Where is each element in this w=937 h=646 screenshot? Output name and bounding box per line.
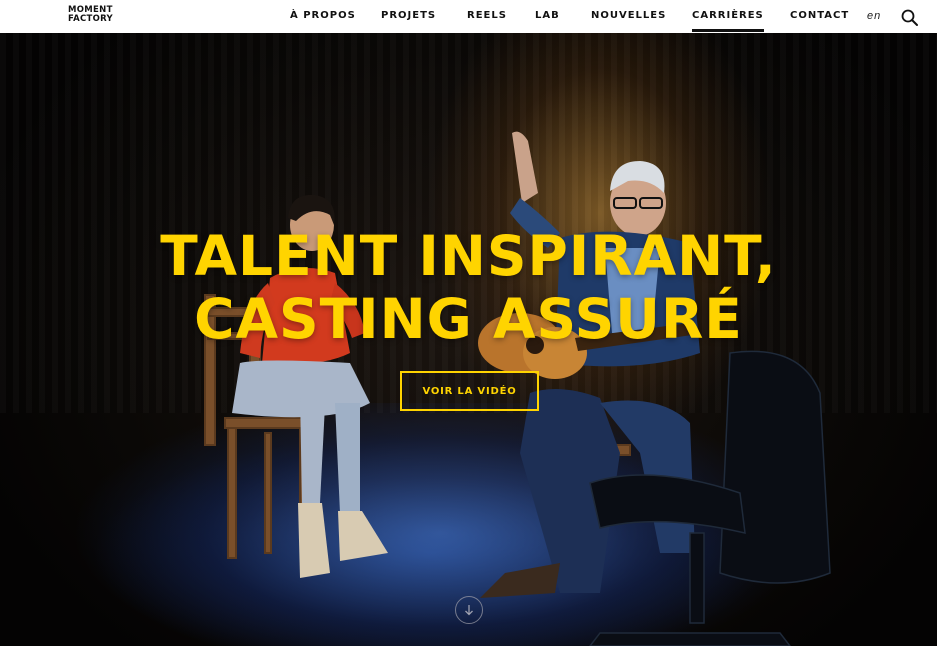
nav-item-projets[interactable]: PROJETS xyxy=(381,10,436,21)
nav-item-contact[interactable]: CONTACT xyxy=(790,10,849,21)
site-header: MOMENT FACTORY À PROPOS PROJETS REELS LA… xyxy=(0,0,937,33)
scroll-down-button[interactable] xyxy=(455,596,483,624)
nav-item-reels[interactable]: REELS xyxy=(467,10,507,21)
nav-item-nouvelles[interactable]: NOUVELLES xyxy=(591,10,666,21)
main-nav: À PROPOS PROJETS REELS LAB NOUVELLES CAR… xyxy=(0,0,937,33)
search-icon[interactable] xyxy=(900,8,920,28)
hero-headline-line2: CASTING ASSURÉ xyxy=(194,287,743,351)
arrow-down-circle-icon xyxy=(465,605,473,616)
watch-video-button[interactable]: VOIR LA VIDÉO xyxy=(400,371,539,411)
office-chair xyxy=(589,350,831,646)
language-switch[interactable]: en xyxy=(867,10,881,22)
performer-man xyxy=(478,131,700,598)
nav-item-lab[interactable]: LAB xyxy=(535,10,560,21)
hero-section: TALENT INSPIRANT, CASTING ASSURÉ VOIR LA… xyxy=(0,33,937,646)
nav-item-carrieres[interactable]: CARRIÈRES xyxy=(692,10,764,32)
nav-item-a-propos[interactable]: À PROPOS xyxy=(290,10,356,21)
hero-headline-line1: TALENT INSPIRANT, xyxy=(160,224,777,288)
